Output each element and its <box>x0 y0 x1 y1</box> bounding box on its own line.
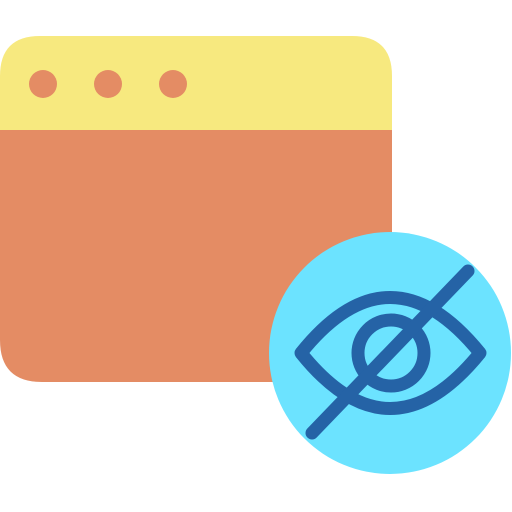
window-titlebar <box>0 36 392 130</box>
window-dot <box>29 70 57 98</box>
hidden-web-page-icon <box>0 36 511 474</box>
icon-canvas <box>0 0 512 512</box>
eye-slash-badge <box>269 232 511 474</box>
window-dot <box>94 70 122 98</box>
window-dot <box>159 70 187 98</box>
